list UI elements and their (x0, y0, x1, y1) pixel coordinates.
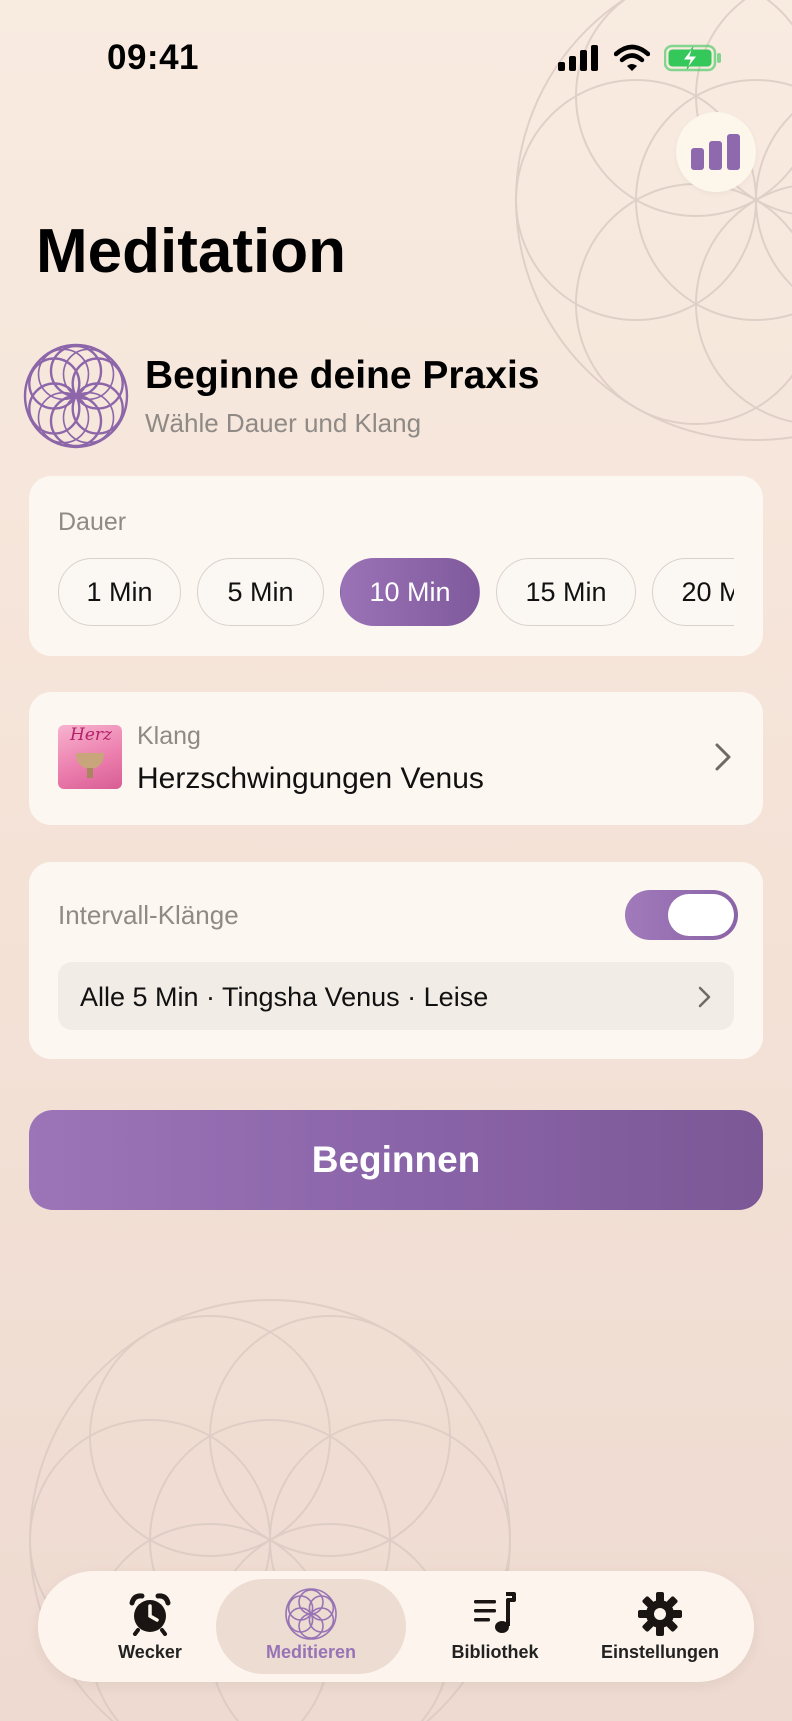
flower-of-life-logo-icon (23, 343, 129, 449)
chevron-right-icon (698, 986, 711, 1008)
tab-label-einstellungen: Einstellungen (600, 1642, 719, 1662)
begin-button[interactable]: Beginnen (29, 1110, 763, 1210)
sound-thumbnail-text: Herz (70, 725, 112, 745)
gear-icon (638, 1592, 682, 1636)
music-list-icon (474, 1592, 516, 1633)
page-title: Meditation (36, 217, 346, 286)
interval-label: Intervall-Klänge (58, 900, 239, 930)
flower-of-life-icon (285, 1588, 337, 1640)
tab-wecker[interactable]: Wecker (80, 1579, 220, 1674)
duration-card: Dauer 1 Min 5 Min 10 Min 15 Min 20 Min (29, 476, 763, 656)
hero-section: Beginne deine Praxis Wähle Dauer und Kla… (22, 342, 782, 452)
status-time: 09:41 (107, 38, 200, 77)
duration-chip-20-min[interactable]: 20 Min (652, 558, 734, 626)
status-bar: 09:41 (0, 0, 792, 110)
wifi-icon (614, 44, 650, 71)
tab-icon-wrap (284, 1588, 338, 1640)
tab-label-meditieren: Meditieren (265, 1642, 357, 1662)
sound-thumbnail: Herz (58, 725, 122, 789)
bar-chart-icon (691, 134, 740, 170)
tab-label-bibliothek: Bibliothek (451, 1642, 539, 1662)
statistics-button[interactable] (676, 112, 756, 192)
tab-bar: Wecker Meditieren Bibliothek Einstellung… (38, 1571, 754, 1682)
hero-title: Beginne deine Praxis (145, 354, 540, 397)
tab-einstellungen[interactable]: Einstellungen (580, 1579, 740, 1674)
sound-name: Herzschwingungen Venus (137, 762, 484, 795)
interval-summary: Alle 5 Min · Tingsha Venus · Leise (80, 982, 489, 1012)
interval-toggle[interactable] (625, 890, 738, 940)
sound-card[interactable]: Herz Klang Herzschwingungen Venus (29, 692, 763, 825)
toggle-knob (668, 894, 734, 936)
cellular-signal-icon (558, 45, 598, 71)
status-icons (558, 44, 722, 72)
tab-icon-wrap (637, 1590, 683, 1638)
tab-meditieren[interactable]: Meditieren (216, 1579, 406, 1674)
hero-subtitle: Wähle Dauer und Klang (145, 408, 422, 438)
duration-chip-10-min[interactable]: 10 Min (340, 558, 480, 626)
alarm-clock-icon (129, 1593, 171, 1636)
duration-chips: 1 Min 5 Min 10 Min 15 Min 20 Min (58, 558, 734, 626)
duration-chip-1-min[interactable]: 1 Min (58, 558, 181, 626)
duration-chip-15-min[interactable]: 15 Min (496, 558, 636, 626)
duration-chip-5-min[interactable]: 5 Min (197, 558, 324, 626)
tab-icon-wrap (128, 1590, 172, 1638)
interval-card: Intervall-Klänge Alle 5 Min · Tingsha Ve… (29, 862, 763, 1059)
duration-label: Dauer (58, 508, 127, 536)
chevron-right-icon (715, 743, 731, 771)
interval-settings-row[interactable]: Alle 5 Min · Tingsha Venus · Leise (58, 962, 734, 1030)
tab-label-wecker: Wecker (118, 1642, 182, 1662)
singing-bowl-stand (87, 768, 93, 778)
duration-chip-scroller[interactable]: 1 Min 5 Min 10 Min 15 Min 20 Min (58, 558, 734, 630)
tab-icon-wrap (472, 1590, 518, 1638)
battery-charging-icon (664, 44, 721, 72)
begin-button-label: Beginnen (311, 1139, 481, 1180)
singing-bowl-icon (76, 753, 104, 769)
tab-bibliothek[interactable]: Bibliothek (420, 1579, 570, 1674)
sound-label: Klang (137, 722, 201, 750)
